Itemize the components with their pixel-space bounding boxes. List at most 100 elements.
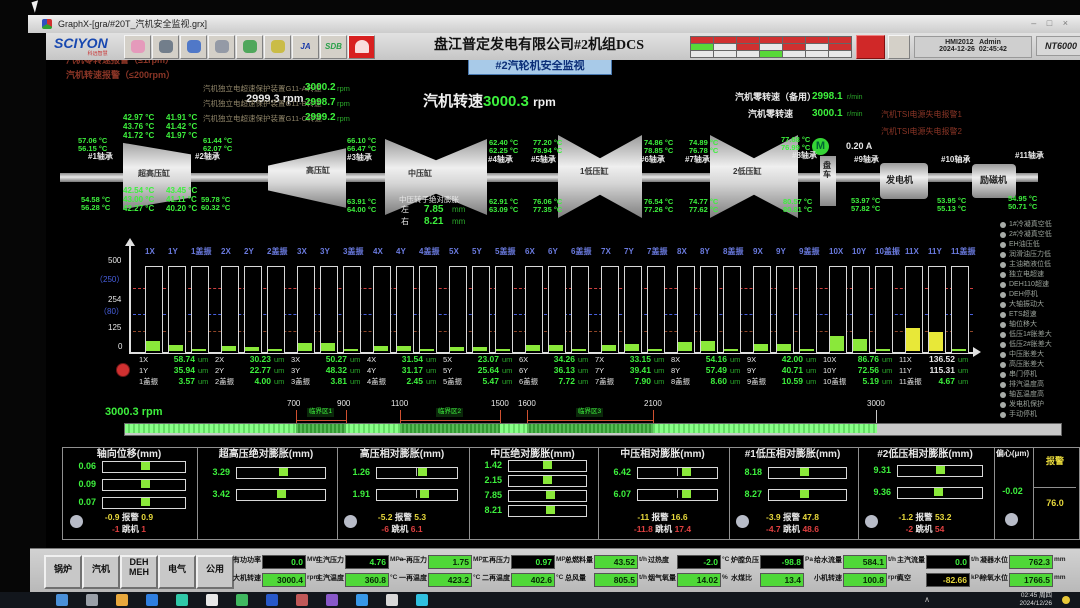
vib-y-bar-fill [473, 347, 487, 351]
panel-alarm-high: 5.3 [414, 512, 426, 522]
vib-readout-label: 4盖振 [367, 378, 386, 386]
vib-readout-value: 58.74 [161, 355, 195, 364]
telemetry-unit: mm [1054, 557, 1066, 564]
printer-icon-glyph [215, 40, 229, 53]
leaf-icon[interactable] [264, 35, 291, 59]
notes-icon[interactable] [206, 594, 218, 606]
panel-alarm-low: -11 [637, 512, 649, 522]
ip-rotor-unit: mm [452, 218, 465, 226]
notification-icon[interactable] [1062, 596, 1070, 604]
telemetry-unit: t/h [639, 575, 647, 582]
vib-readout-value: 25.64 [465, 366, 499, 375]
trip-bullet-icon [1000, 332, 1006, 338]
nav-button-2[interactable]: 汽机 [82, 555, 120, 589]
users-icon[interactable] [124, 35, 151, 59]
hmi-app-icon[interactable] [296, 594, 308, 606]
dcs-screen: GraphX-[gra/#20T_汽机安全监视.grx] – □ × SCIYO… [0, 0, 1080, 608]
vib-y-bar-fill [321, 343, 335, 351]
alarm-ack-button[interactable] [856, 35, 885, 59]
panel-value: 1.91 [340, 490, 370, 499]
viewer-icon[interactable] [326, 594, 338, 606]
window-titlebar[interactable]: GraphX-[gra/#20T_汽机安全监视.grx] – □ × [28, 15, 1080, 33]
sdb-icon[interactable]: SDB [320, 35, 347, 59]
vib-x-bar-fill [678, 342, 692, 351]
vib-cover-bar-fill [344, 349, 358, 351]
tray-chevron-icon[interactable]: ∧ [924, 596, 930, 604]
speed-tick-label: 700 [287, 400, 300, 408]
speed-tick-label: 3000 [867, 400, 885, 408]
browser-icon[interactable] [146, 594, 158, 606]
vib-readout-label: 3盖振 [291, 378, 310, 386]
bottom-bar: 锅炉汽机DEHMEH电气公用有功功率0.0MW大机转速3000.4rpm主汽压力… [30, 548, 1080, 593]
vib-cover-bar-outline [495, 266, 513, 354]
alarm-summary-grid[interactable] [690, 36, 851, 57]
config-icon[interactable] [356, 594, 368, 606]
bearing-temp-bottom: 77.26 °C [644, 206, 673, 214]
vib-readout-value: 10.59 [769, 377, 803, 386]
telemetry-label: 水煤比 [731, 575, 752, 582]
camera-icon[interactable] [386, 594, 398, 606]
keyboard-icon[interactable] [152, 35, 179, 59]
taskbar-clock[interactable]: 02:45 周四 2024/12/26 [1019, 593, 1052, 607]
word-icon[interactable] [266, 594, 278, 606]
vib-readout-value: 48.32 [313, 366, 347, 375]
trend-button[interactable] [888, 35, 910, 59]
teams-icon[interactable] [176, 594, 188, 606]
vib-cover-bar-fill [572, 349, 586, 351]
vib-x-bar-outline [297, 266, 315, 354]
panel-bar-fill [418, 468, 427, 476]
panel-trip-row: -4.7 跳机 48.6 [728, 525, 857, 534]
vib-y-bar-outline [396, 266, 414, 354]
vib-cover-bar-fill [952, 349, 966, 351]
alarm-bell-icon[interactable] [348, 35, 375, 59]
screen-banner[interactable]: #2汽轮机安全监视 [468, 60, 612, 75]
trip-bullet-icon [1000, 252, 1006, 258]
folder-icon[interactable] [116, 594, 128, 606]
operator-icon[interactable] [180, 35, 207, 59]
uhp-temp-top: 41.72 °C [123, 132, 154, 140]
telemetry-value: 43.52 [594, 555, 638, 569]
trip-item-label: 2#冷凝真空低 [1009, 231, 1052, 238]
vib-readout-unit: um [426, 356, 436, 364]
window-controls[interactable]: – □ × [1031, 19, 1072, 28]
ja-icon[interactable]: JA [292, 35, 319, 59]
operator-icon-glyph [187, 40, 201, 53]
vib-y-bar-outline [244, 266, 262, 354]
vib-readout-unit: um [274, 367, 284, 375]
vib-readout-label: 7Y [595, 367, 604, 375]
critical-zone-label: 临界区1 [307, 408, 334, 417]
nav-button-4[interactable]: 电气 [158, 555, 196, 589]
panel-title: 轴向位移(mm) [62, 450, 196, 460]
trip-bullet-icon [1000, 242, 1006, 248]
telemetry-value: 0.0 [926, 555, 970, 569]
uhp-cylinder-label: 超高压缸 [138, 170, 170, 178]
vib-readout-value: 30.23 [237, 355, 271, 364]
windows-taskbar[interactable]: ∧ 02:45 周四 2024/12/26 [0, 592, 1080, 608]
lp1-cylinder [558, 135, 642, 218]
vib-readout-value: 3.81 [313, 377, 347, 386]
printer-icon[interactable] [208, 35, 235, 59]
panel-bar-fill [277, 490, 286, 498]
vib-cover-bar-outline [723, 266, 741, 354]
vib-readout-label: 11盖振 [899, 378, 922, 386]
vib-y-bar-outline [472, 266, 490, 354]
panel-alarm-label: 报警 [122, 512, 139, 522]
nav-button-5[interactable]: 公用 [196, 555, 234, 589]
vib-readout-unit: um [882, 367, 892, 375]
monitor-icon[interactable] [236, 35, 263, 59]
excel-icon[interactable] [236, 594, 248, 606]
vib-readout-label: 10X [823, 356, 836, 364]
vib-readout-value: 5.47 [465, 377, 499, 386]
nav-button-3[interactable]: DEHMEH [120, 555, 158, 589]
vib-readout-value: 40.71 [769, 366, 803, 375]
panel-alarm-low: -5.2 [378, 512, 393, 522]
start-icon[interactable] [56, 594, 68, 606]
vib-readout-value: 72.56 [845, 366, 879, 375]
vib-readout-value: 2.45 [389, 377, 423, 386]
vib-readout-unit: um [730, 356, 740, 364]
search-icon[interactable] [86, 594, 98, 606]
vib-x-bar-fill [906, 328, 920, 351]
paint-icon[interactable] [416, 594, 428, 606]
nav-button-1[interactable]: 锅炉 [44, 555, 82, 589]
telemetry-label: 烟气氧量 [648, 575, 676, 582]
